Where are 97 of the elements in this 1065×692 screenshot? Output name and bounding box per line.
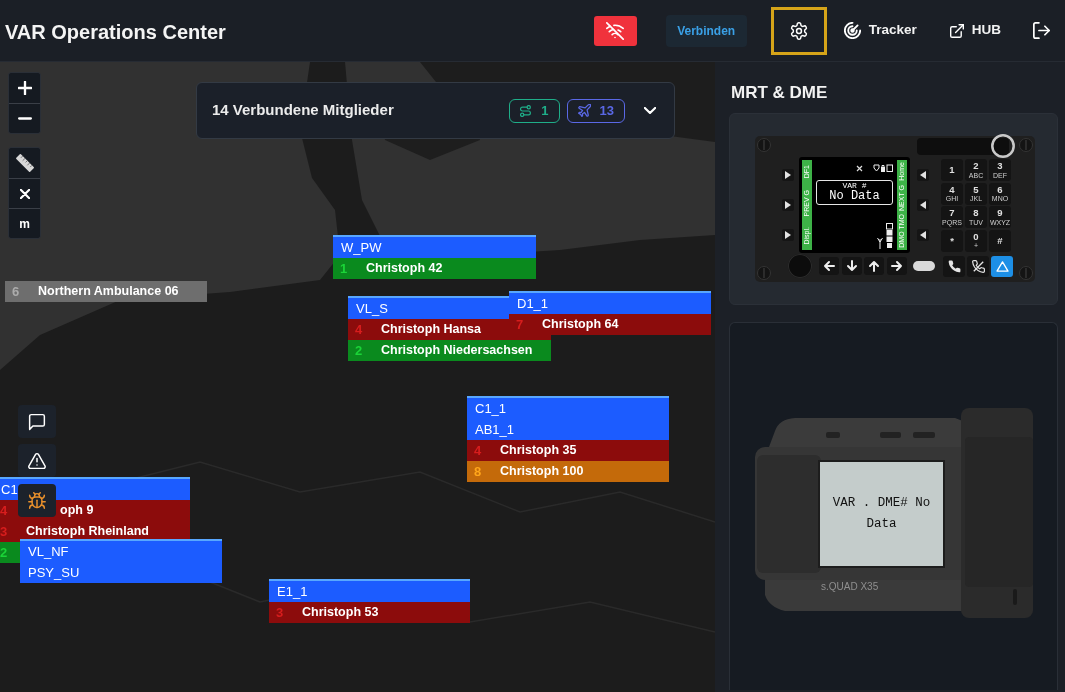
screen-message: VAR . DME# No Data [831, 495, 932, 533]
aircraft-name: oph 9 [60, 504, 94, 517]
model-label: s.QUAD X35 [821, 582, 879, 592]
softkey-button[interactable] [917, 199, 929, 211]
nav-link[interactable]: HUB [949, 20, 1001, 41]
chat-icon [28, 412, 46, 431]
station-label: E1_1 [269, 579, 470, 602]
status-number: 3 [0, 525, 9, 538]
wifi-off-icon [606, 21, 625, 40]
connection-status-button[interactable] [593, 15, 637, 46]
chat-button[interactable] [18, 405, 56, 438]
triangle-icon [995, 260, 1009, 272]
section-title: MRT & DME [731, 82, 829, 103]
indicator-squares-drawing [886, 223, 893, 249]
phone-slash-icon [971, 259, 985, 273]
screen-title: VAR # [842, 182, 867, 190]
softkey-button[interactable] [917, 229, 929, 241]
settings-icon [789, 21, 808, 40]
status-number: 2 [0, 546, 9, 559]
status-number: 1 [340, 262, 349, 275]
softkey-button[interactable] [782, 229, 794, 241]
aircraft-name: Christoph 35 [500, 444, 577, 457]
connect-button[interactable]: Verbinden [665, 14, 747, 47]
status-number: 4 [0, 504, 9, 517]
aircraft-name: Christoph Niedersachsen [381, 344, 533, 357]
app-title: VAR Operations Center [5, 19, 226, 45]
panel-title: 14 Verbundene Mitglieder [212, 100, 394, 121]
arrow-up-icon [868, 260, 880, 272]
screen-message: No Data [829, 190, 880, 203]
softkey-button[interactable] [782, 199, 794, 211]
softkey-button[interactable] [917, 169, 929, 181]
chevron-down-icon[interactable] [644, 107, 656, 114]
arrow-key[interactable] [886, 257, 907, 275]
satellite-icon [856, 164, 863, 172]
station-label: AB1_1 [467, 419, 669, 440]
triangle-key[interactable] [991, 255, 1013, 277]
aircraft-name: Christoph Rheinland [26, 525, 149, 538]
arrow-key[interactable] [841, 257, 862, 275]
external-link-icon [949, 23, 964, 38]
status-number: 4 [474, 444, 483, 457]
keypad-key[interactable]: * [941, 229, 963, 252]
aircraft-name: Christoph Hansa [381, 323, 481, 336]
plus-icon [17, 81, 32, 95]
bug-report-button[interactable] [18, 484, 56, 517]
softkey-button[interactable] [782, 169, 794, 181]
warning-icon [28, 451, 46, 470]
oval-key[interactable] [913, 261, 935, 271]
hang-up-key[interactable] [967, 255, 989, 277]
aircraft-name: Northern Ambulance 06 [38, 285, 179, 298]
station-label: D1_1 [509, 291, 711, 314]
call-key[interactable] [943, 255, 965, 277]
aircraft-name: Christoph 64 [542, 318, 619, 331]
status-number: 6 [12, 285, 21, 298]
triangle-right-icon [785, 201, 791, 209]
route-icon [520, 104, 533, 117]
triangle-left-icon [920, 171, 926, 179]
aircraft-name: Christoph 42 [366, 262, 443, 275]
logout-icon [1033, 22, 1050, 39]
count-badge[interactable]: 1 [509, 98, 560, 123]
logout-button[interactable] [1033, 22, 1050, 39]
minus-icon [17, 117, 32, 120]
station-label: W_PW [333, 235, 536, 258]
keypad-key[interactable]: 1 [941, 159, 963, 181]
radar-icon [843, 22, 861, 39]
triangle-right-icon [785, 171, 791, 179]
arrow-key[interactable] [864, 257, 884, 275]
keypad-key[interactable]: # [989, 229, 1011, 252]
aircraft-name: Christoph 53 [302, 606, 379, 619]
unit-button[interactable]: m [9, 208, 40, 238]
status-number: 4 [355, 323, 364, 336]
station-label: C1_1 [467, 396, 669, 419]
triangle-left-icon [920, 201, 926, 209]
close-icon [19, 188, 30, 199]
plane-icon [577, 104, 591, 117]
status-number: 8 [474, 465, 483, 478]
antenna-icon [877, 237, 883, 249]
arrow-left-icon [823, 260, 835, 272]
settings-button[interactable] [770, 6, 827, 55]
arrow-down-icon [845, 260, 858, 272]
status-number: 7 [516, 318, 525, 331]
arrow-right-icon [890, 260, 903, 272]
station-label: PSY_SU [20, 562, 222, 583]
status-number: 3 [276, 606, 285, 619]
phone-icon [947, 259, 961, 273]
aircraft-name: Christoph 100 [500, 465, 584, 478]
status-icons-drawing [873, 164, 893, 172]
count-badge[interactable]: 13 [566, 98, 625, 123]
status-number: 2 [355, 344, 364, 357]
zoom-out-button[interactable] [9, 103, 40, 133]
nav-link[interactable]: Tracker [843, 20, 917, 41]
triangle-right-icon [785, 231, 791, 239]
arrow-key[interactable] [819, 257, 839, 275]
warning-button[interactable] [18, 444, 56, 477]
station-label: VL_NF [20, 539, 222, 562]
bug-icon [28, 491, 46, 510]
triangle-left-icon [920, 231, 926, 239]
ring-icon [991, 134, 1015, 158]
